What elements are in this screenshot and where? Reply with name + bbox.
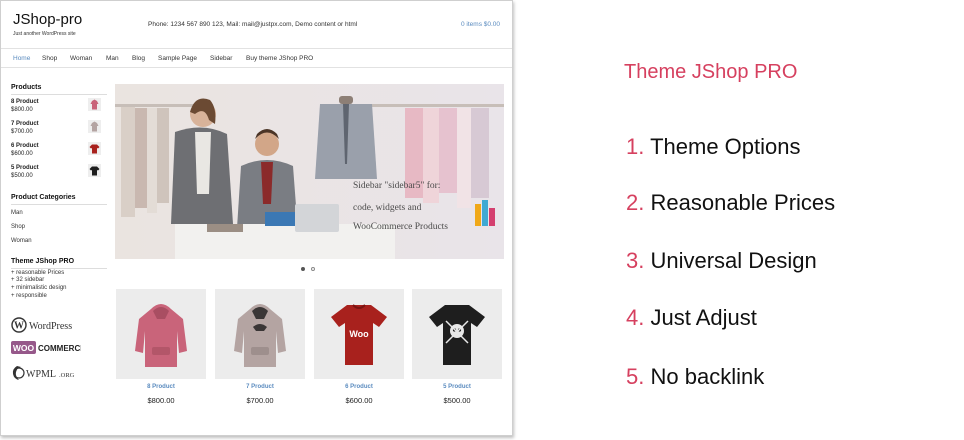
svg-text:COMMERCE: COMMERCE bbox=[38, 344, 81, 353]
product-price: $800.00 bbox=[147, 396, 175, 405]
product-card-image[interactable] bbox=[116, 289, 206, 379]
svg-text:WPML: WPML bbox=[26, 369, 56, 380]
wordpress-logo[interactable]: W WordPress bbox=[11, 317, 81, 338]
sidebar-product-name[interactable]: 7 Product bbox=[11, 121, 39, 127]
product-name[interactable]: 8 Product bbox=[116, 384, 206, 390]
promo-item-text: No backlink bbox=[650, 364, 765, 389]
sidebar-product-name[interactable]: 6 Product bbox=[11, 143, 39, 149]
sidebar-product-price: $600.00 bbox=[11, 151, 33, 157]
promo-item: 4. Just Adjust bbox=[626, 305, 757, 331]
promo-item-number: 4. bbox=[626, 305, 645, 330]
product-price: $500.00 bbox=[443, 396, 471, 405]
product-name[interactable]: 5 Product bbox=[412, 384, 502, 390]
product-price: $700.00 bbox=[246, 396, 274, 405]
product-price: $600.00 bbox=[345, 396, 373, 405]
sidebar-product-thumb[interactable] bbox=[88, 98, 101, 111]
wpml-logo[interactable]: WPML .ORG bbox=[11, 364, 81, 387]
site-title[interactable]: JShop-pro bbox=[13, 11, 82, 28]
promo-item-text: Reasonable Prices bbox=[650, 190, 836, 215]
theme-feature: + 32 sidebar bbox=[11, 277, 45, 283]
nav-woman[interactable]: Woman bbox=[70, 55, 92, 62]
sidebar-product-price: $800.00 bbox=[11, 107, 33, 113]
promo-item: 1. Theme Options bbox=[626, 134, 800, 160]
divider bbox=[11, 204, 107, 205]
categories-heading: Product Categories bbox=[11, 194, 76, 201]
banner-text: Sidebar "sidebar5" for: bbox=[353, 180, 440, 191]
banner-text: code, widgets and bbox=[353, 203, 422, 213]
theme-feature: + responsible bbox=[11, 293, 47, 299]
nav-sidebar[interactable]: Sidebar bbox=[210, 55, 232, 62]
theme-feature: + minimalistic design bbox=[11, 285, 67, 291]
promo-item: 5. No backlink bbox=[626, 364, 764, 390]
main-nav: Home Shop Woman Man Blog Sample Page Sid… bbox=[1, 48, 512, 68]
promo-item-text: Just Adjust bbox=[650, 305, 757, 330]
theme-heading: Theme JShop PRO bbox=[11, 258, 75, 265]
svg-text:W: W bbox=[14, 321, 24, 332]
sidebar-product-price: $500.00 bbox=[11, 173, 33, 179]
product-name[interactable]: 6 Product bbox=[314, 384, 404, 390]
sidebar-product-price: $700.00 bbox=[11, 129, 33, 135]
cart-summary[interactable]: 0 items $0.00 bbox=[461, 21, 500, 28]
nav-blog[interactable]: Blog bbox=[132, 55, 145, 62]
theme-feature: + reasonable Prices bbox=[11, 270, 65, 276]
sidebar-product-name[interactable]: 5 Product bbox=[11, 165, 39, 171]
divider bbox=[11, 94, 107, 95]
product-card-image[interactable]: Woo bbox=[314, 289, 404, 379]
product-card-image[interactable] bbox=[412, 289, 502, 379]
nav-home[interactable]: Home bbox=[13, 55, 30, 62]
svg-text:.ORG: .ORG bbox=[59, 372, 75, 379]
products-heading: Products bbox=[11, 84, 42, 91]
site-screenshot: JShop-pro Just another WordPress site Ph… bbox=[0, 0, 513, 436]
nav-buy-theme[interactable]: Buy theme JShop PRO bbox=[246, 55, 313, 62]
nav-sample-page[interactable]: Sample Page bbox=[158, 55, 197, 62]
slider-dot-active[interactable] bbox=[301, 267, 305, 271]
promo-item-number: 2. bbox=[626, 190, 645, 215]
promo-item: 2. Reasonable Prices bbox=[626, 190, 835, 216]
sidebar-product-thumb[interactable] bbox=[88, 120, 101, 133]
divider bbox=[11, 268, 107, 269]
svg-text:WordPress: WordPress bbox=[29, 321, 72, 332]
site-tagline: Just another WordPress site bbox=[13, 31, 76, 37]
woocommerce-logo[interactable]: WOO COMMERCE bbox=[11, 341, 86, 360]
category-woman[interactable]: Woman bbox=[11, 238, 32, 244]
category-shop[interactable]: Shop bbox=[11, 224, 25, 230]
category-man[interactable]: Man bbox=[11, 210, 23, 216]
promo-item-text: Universal Design bbox=[650, 248, 817, 273]
contact-info: Phone: 1234 567 890 123, Mail: mail@just… bbox=[148, 21, 358, 28]
promo-item-number: 5. bbox=[626, 364, 645, 389]
sidebar-product-name[interactable]: 8 Product bbox=[11, 99, 39, 105]
sidebar-product-thumb[interactable] bbox=[88, 142, 101, 155]
banner-text: WooCommerce Products bbox=[353, 222, 448, 232]
nav-man[interactable]: Man bbox=[106, 55, 119, 62]
promo-item-text: Theme Options bbox=[650, 134, 801, 159]
promo-item: 3. Universal Design bbox=[626, 248, 817, 274]
hero-banner[interactable]: Sidebar "sidebar5" for: code, widgets an… bbox=[115, 84, 504, 259]
nav-shop[interactable]: Shop bbox=[42, 55, 57, 62]
promo-item-number: 3. bbox=[626, 248, 645, 273]
product-card-image[interactable] bbox=[215, 289, 305, 379]
svg-text:WOO: WOO bbox=[13, 343, 35, 353]
promo-title: Theme JShop PRO bbox=[624, 61, 798, 83]
product-name[interactable]: 7 Product bbox=[215, 384, 305, 390]
promo-item-number: 1. bbox=[626, 134, 645, 159]
tshirt-print: Woo bbox=[349, 329, 369, 339]
sidebar-product-thumb[interactable] bbox=[88, 164, 101, 177]
slider-dot[interactable] bbox=[311, 267, 315, 271]
